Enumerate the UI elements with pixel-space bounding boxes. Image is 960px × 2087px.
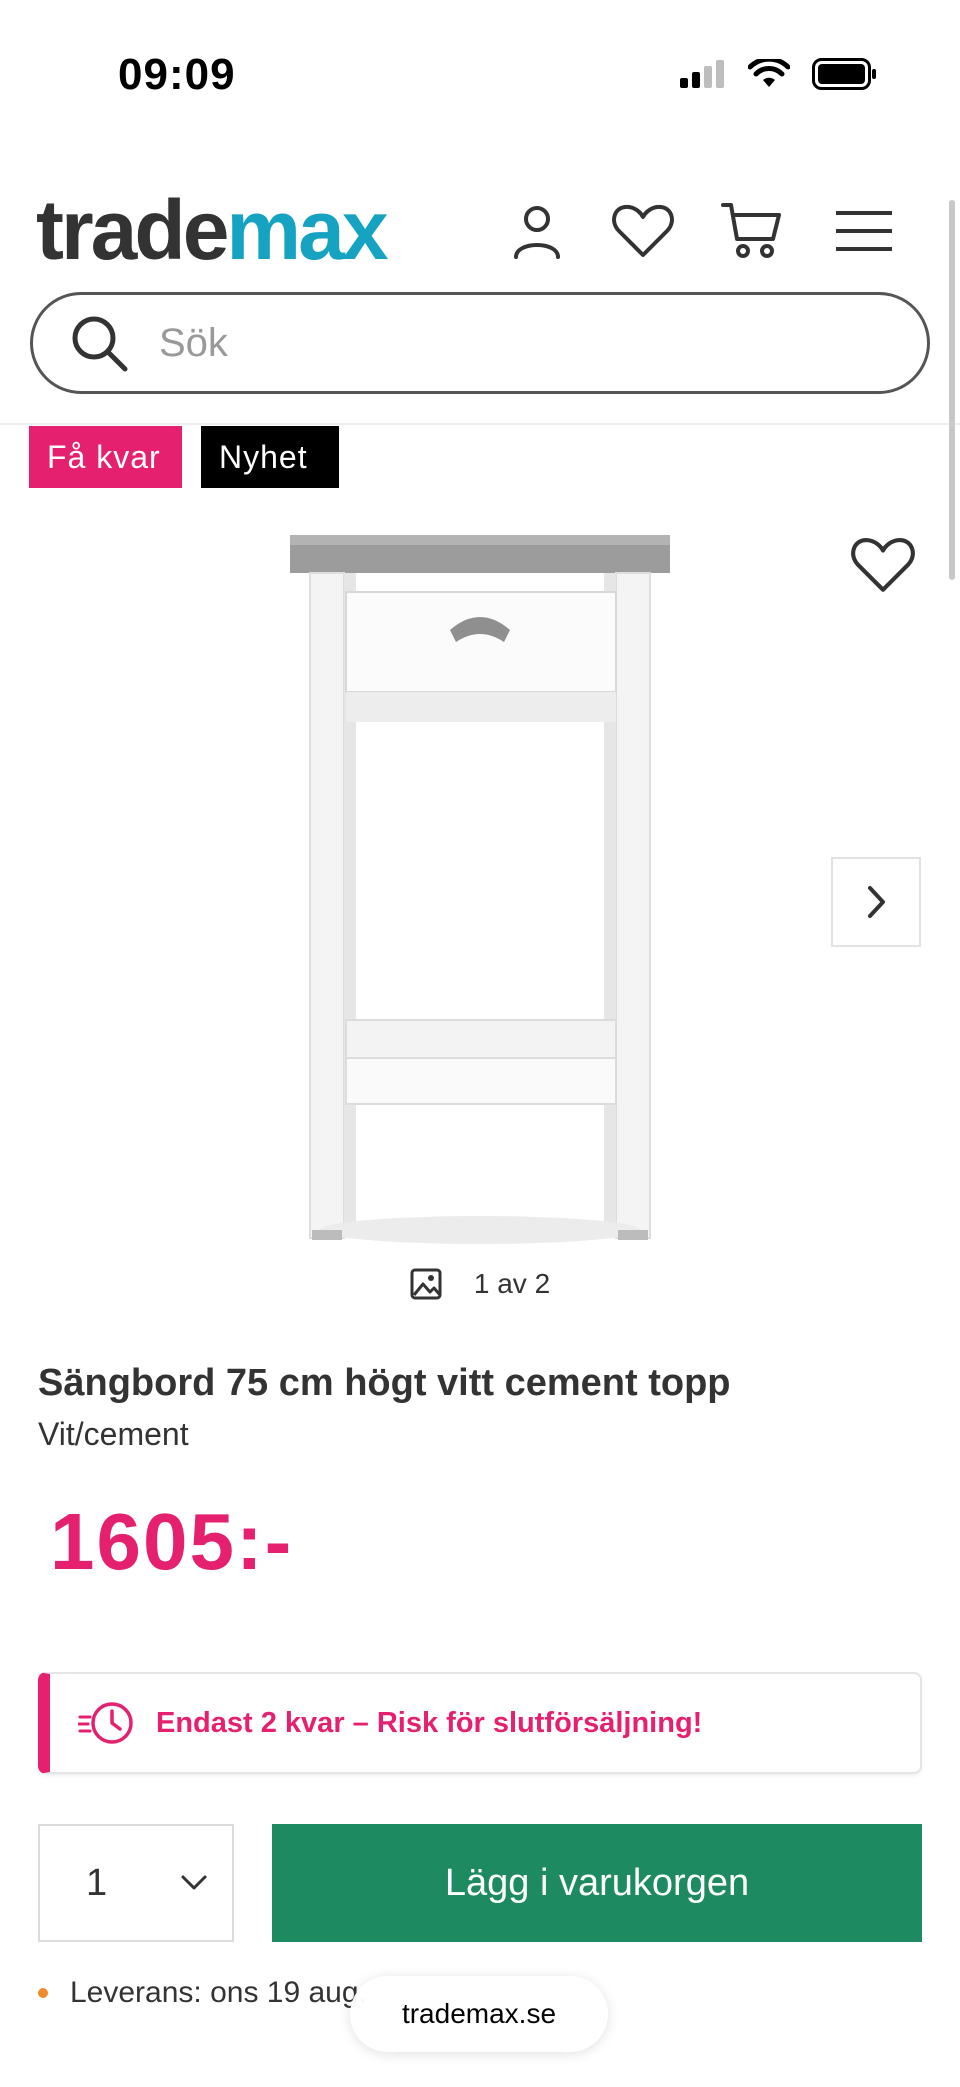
clock-icon	[78, 1702, 133, 1744]
trademax-logo[interactable]: trademax	[36, 180, 389, 280]
search-icon	[72, 316, 128, 372]
browser-url: trademax.se	[401, 1998, 557, 2029]
image-icon	[410, 1268, 442, 1300]
product-image[interactable]	[280, 530, 680, 1260]
stock-alert: Endast 2 kvar – Risk för slutförsäljning…	[38, 1672, 922, 1774]
page-scrollbar[interactable]	[949, 200, 955, 580]
heart-icon	[851, 538, 915, 592]
chevron-down-icon	[181, 1875, 207, 1890]
status-bar: 09:09	[0, 0, 960, 130]
delivery-status-dot	[38, 1988, 48, 1998]
search-input[interactable]: Sök	[30, 292, 930, 394]
delivery-info: Leverans: ons 19 aug.	[38, 1976, 367, 2010]
account-icon[interactable]	[502, 196, 572, 266]
browser-url-bar[interactable]: trademax.se	[350, 1976, 608, 2052]
chevron-right-icon	[868, 886, 885, 918]
site-header: trademax	[0, 180, 960, 280]
quantity-value: 1	[86, 1861, 108, 1904]
wishlist-icon[interactable]	[608, 196, 678, 266]
image-counter-text: 1 av 2	[473, 1268, 551, 1299]
cellular-signal-icon	[680, 60, 724, 88]
image-counter: 1 av 2	[380, 1244, 580, 1324]
status-icons	[680, 58, 878, 90]
battery-icon	[812, 58, 876, 90]
search-placeholder: Sök	[159, 320, 228, 365]
quantity-select[interactable]: 1	[38, 1824, 234, 1942]
wifi-icon	[748, 59, 790, 87]
new-badge: Nyhet	[201, 426, 339, 488]
few-left-badge: Få kvar	[29, 426, 182, 488]
status-time: 09:09	[118, 50, 236, 99]
product-price: 1605:-	[50, 1497, 294, 1586]
add-to-cart-button[interactable]: Lägg i varukorgen	[272, 1824, 922, 1942]
next-image-button[interactable]	[831, 857, 921, 947]
delivery-text: Leverans: ons 19 aug.	[70, 1976, 367, 2009]
menu-icon[interactable]	[829, 196, 899, 266]
header-divider	[0, 423, 960, 425]
product-wishlist-button[interactable]	[850, 534, 916, 596]
stock-alert-text: Endast 2 kvar – Risk för slutförsäljning…	[156, 1706, 703, 1739]
product-title: Sängbord 75 cm högt vitt cement topp	[38, 1362, 731, 1404]
cart-icon[interactable]	[716, 196, 786, 266]
product-variant: Vit/cement	[38, 1416, 189, 1452]
